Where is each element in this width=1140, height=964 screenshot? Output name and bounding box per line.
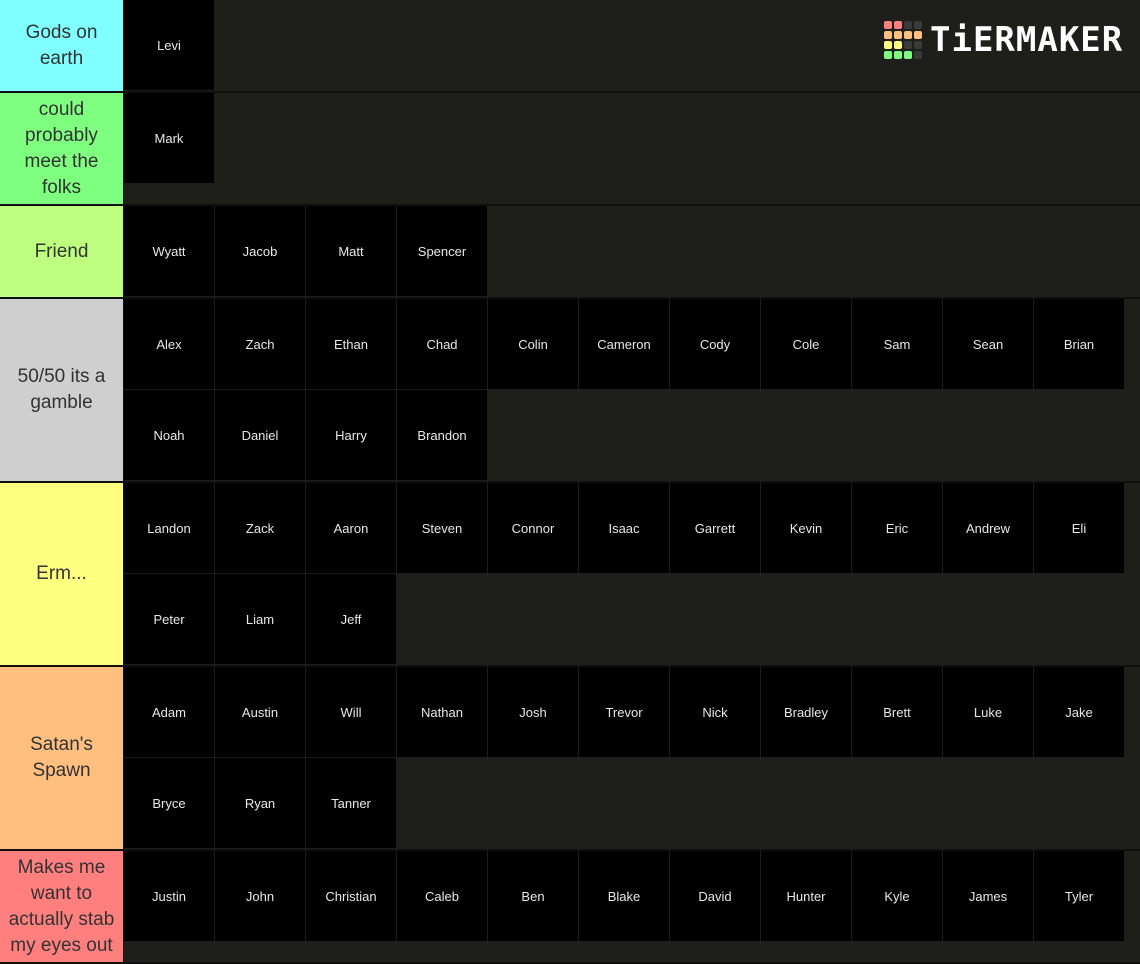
logo-grid-square [884,21,892,29]
tier-item[interactable]: Hunter [761,851,851,941]
tier-item[interactable]: Nathan [397,667,487,757]
tier-item[interactable]: Andrew [943,483,1033,573]
tier-item[interactable]: Christian [306,851,396,941]
tier-item[interactable]: Ben [488,851,578,941]
tier-item[interactable]: James [943,851,1033,941]
tier-item[interactable]: Justin [124,851,214,941]
logo-grid-square [904,51,912,59]
tier-items-dropzone[interactable]: Wyatt Jacob Matt Spencer [124,206,1140,297]
tier-item[interactable]: Luke [943,667,1033,757]
tier-item[interactable]: Garrett [670,483,760,573]
logo-grid-square [884,31,892,39]
tier-item[interactable]: Sean [943,299,1033,389]
tier-item[interactable]: Tanner [306,758,396,848]
tier-item[interactable]: Spencer [397,206,487,296]
tier-label[interactable]: Friend [0,206,124,297]
tier-item[interactable]: Cody [670,299,760,389]
tier-item[interactable]: Tyler [1034,851,1124,941]
logo-grid-square [894,21,902,29]
tier-label[interactable]: Satan's Spawn [0,667,124,849]
logo-grid-square [894,41,902,49]
tier-item[interactable]: Jake [1034,667,1124,757]
tier-label[interactable]: Erm... [0,483,124,665]
tier-item[interactable]: Zack [215,483,305,573]
tier-row: could probably meet the folks Mark [0,93,1140,206]
tier-row: Satan's Spawn Adam Austin Will Nathan Josh Tre… [0,667,1140,851]
logo-grid-square [904,21,912,29]
logo-grid-square [884,41,892,49]
tier-item[interactable]: Landon [124,483,214,573]
tier-item[interactable]: Connor [488,483,578,573]
logo-grid-square [884,51,892,59]
tier-item[interactable]: Isaac [579,483,669,573]
logo-grid-square [894,51,902,59]
tier-item[interactable]: Mark [124,93,214,183]
tier-item[interactable]: Brian [1034,299,1124,389]
tier-item[interactable]: Daniel [215,390,305,480]
tier-list: Gods on earth Levi could probably meet the… [0,0,1140,964]
tier-item[interactable]: Colin [488,299,578,389]
logo-grid-square [904,41,912,49]
logo-text: TiERMAKER [930,20,1124,60]
tier-item[interactable]: Trevor [579,667,669,757]
tier-item[interactable]: Brett [852,667,942,757]
tier-item[interactable]: Liam [215,574,305,664]
tier-label[interactable]: Makes me want to actually stab my eyes o… [0,851,124,962]
tier-item[interactable]: Josh [488,667,578,757]
tier-row: Friend Wyatt Jacob Matt Spencer [0,206,1140,299]
tier-item[interactable]: Caleb [397,851,487,941]
tier-item[interactable]: Jeff [306,574,396,664]
tier-items-dropzone[interactable]: Landon Zack Aaron Steven Connor Isaac Garrett K… [124,483,1140,665]
tier-item[interactable]: Eric [852,483,942,573]
tier-item[interactable]: Bradley [761,667,851,757]
tier-row: Makes me want to actually stab my eyes o… [0,851,1140,964]
tier-item[interactable]: Blake [579,851,669,941]
tier-label[interactable]: could probably meet the folks [0,93,124,204]
tier-item[interactable]: Bryce [124,758,214,848]
tier-label[interactable]: 50/50 its a gamble [0,299,124,481]
tier-item[interactable]: David [670,851,760,941]
tier-items-dropzone[interactable]: Alex Zach Ethan Chad Colin Cameron Cody Cole Sam… [124,299,1140,481]
tier-item[interactable]: Eli [1034,483,1124,573]
tier-item[interactable]: Matt [306,206,396,296]
tier-items-dropzone[interactable]: Justin John Christian Caleb Ben Blake David Hun… [124,851,1140,962]
tier-item[interactable]: Kevin [761,483,851,573]
tier-item[interactable]: Peter [124,574,214,664]
tier-item[interactable]: Sam [852,299,942,389]
tier-item[interactable]: Ethan [306,299,396,389]
tier-item[interactable]: Brandon [397,390,487,480]
logo-grid-square [914,21,922,29]
tier-item[interactable]: Levi [124,0,214,90]
tier-item[interactable]: Ryan [215,758,305,848]
tier-item[interactable]: Nick [670,667,760,757]
tier-item[interactable]: Adam [124,667,214,757]
logo-grid-square [914,41,922,49]
tier-item[interactable]: Wyatt [124,206,214,296]
tier-item[interactable]: Steven [397,483,487,573]
tier-item[interactable]: Alex [124,299,214,389]
tier-item[interactable]: Cole [761,299,851,389]
logo-grid-square [914,51,922,59]
tier-items-dropzone[interactable]: Mark [124,93,1140,204]
tier-item[interactable]: Aaron [306,483,396,573]
logo-grid-square [914,31,922,39]
tiermaker-logo: TiERMAKER [884,20,1123,60]
logo-grid-square [904,31,912,39]
tier-item[interactable]: Zach [215,299,305,389]
tier-item[interactable]: Will [306,667,396,757]
tier-item[interactable]: Jacob [215,206,305,296]
tier-items-dropzone[interactable]: Adam Austin Will Nathan Josh Trevor Nick Bradle… [124,667,1140,849]
tier-item[interactable]: Noah [124,390,214,480]
tier-item[interactable]: Austin [215,667,305,757]
tier-item[interactable]: John [215,851,305,941]
logo-grid-icon [884,21,922,59]
tier-row: Erm... Landon Zack Aaron Steven Connor Isaac Ga… [0,483,1140,667]
tier-row: 50/50 its a gamble Alex Zach Ethan Chad Colin… [0,299,1140,483]
tier-item[interactable]: Harry [306,390,396,480]
logo-grid-square [894,31,902,39]
tier-item[interactable]: Chad [397,299,487,389]
tier-item[interactable]: Kyle [852,851,942,941]
tier-label[interactable]: Gods on earth [0,0,124,91]
tier-item[interactable]: Cameron [579,299,669,389]
